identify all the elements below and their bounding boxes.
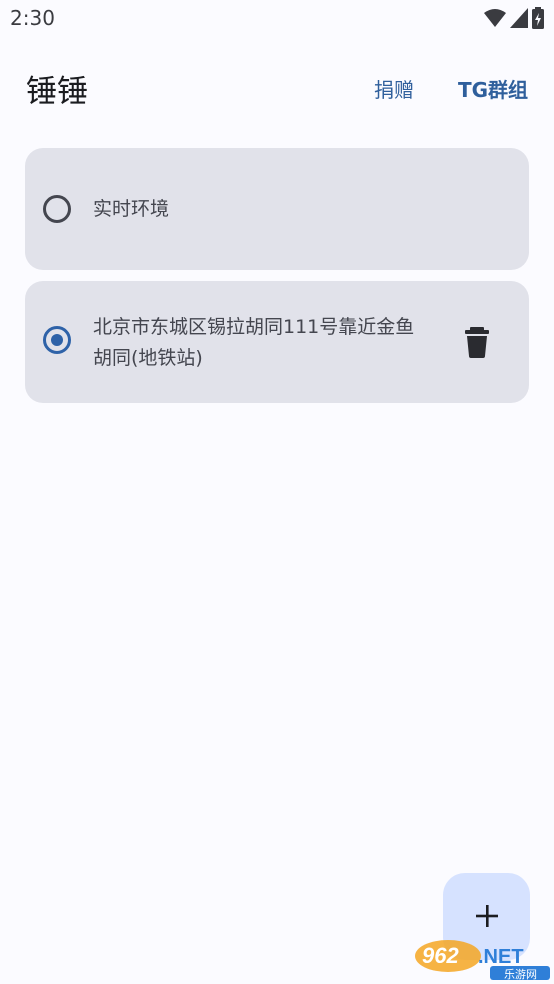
trash-icon[interactable]: [463, 326, 491, 358]
status-icons: [484, 7, 544, 29]
tg-group-button[interactable]: TG群组: [458, 74, 528, 103]
wifi-icon: [484, 9, 506, 27]
radio-button-selected[interactable]: [43, 326, 71, 354]
svg-text:962: 962: [422, 943, 459, 968]
signal-icon: [510, 8, 528, 28]
plus-icon: [476, 905, 498, 927]
app-bar: 锤锤 捐赠 TG群组: [0, 56, 554, 120]
location-card-realtime[interactable]: 实时环境: [25, 148, 529, 270]
location-card-address[interactable]: 北京市东城区锡拉胡同111号靠近金鱼胡同(地铁站): [25, 281, 529, 403]
app-title: 锤锤: [26, 74, 88, 110]
watermark-logo: 962 .NET 乐游网: [415, 940, 550, 981]
status-bar: 2:30: [0, 0, 554, 38]
status-time: 2:30: [10, 6, 55, 30]
location-label: 北京市东城区锡拉胡同111号靠近金鱼胡同(地铁站): [93, 316, 415, 369]
donate-button[interactable]: 捐赠: [374, 74, 414, 103]
radio-button-unselected[interactable]: [43, 195, 71, 223]
radio-dot: [51, 334, 63, 346]
location-label: 实时环境: [93, 198, 170, 220]
battery-charging-icon: [532, 7, 544, 29]
svg-text:乐游网: 乐游网: [504, 968, 537, 981]
svg-text:.NET: .NET: [478, 946, 524, 968]
